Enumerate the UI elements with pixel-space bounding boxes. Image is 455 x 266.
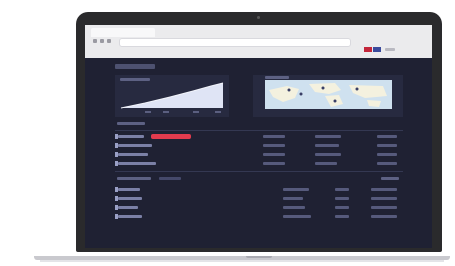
x-axis-tick (215, 111, 221, 113)
back-arrow-icon[interactable] (93, 39, 97, 43)
map-landmass (269, 86, 299, 102)
row-name (118, 197, 142, 200)
row-name (118, 144, 152, 147)
row-value (283, 215, 311, 218)
section-title (117, 122, 145, 125)
row-value (283, 188, 309, 191)
x-axis-tick (193, 111, 199, 113)
browser-tab[interactable] (91, 28, 155, 37)
table-row[interactable] (115, 160, 403, 167)
section-title (117, 177, 151, 180)
flag-icon-secondary[interactable] (373, 47, 381, 52)
map-panel-title (265, 76, 289, 79)
row-name (118, 206, 138, 209)
table-row[interactable] (115, 204, 403, 211)
row-value (335, 206, 349, 209)
row-name (118, 135, 144, 138)
laptop-lid (76, 12, 442, 252)
page-title (115, 64, 155, 69)
laptop-shadow (40, 260, 444, 262)
map-landmass (367, 100, 381, 107)
menu-icon[interactable] (385, 48, 395, 51)
row-value (263, 162, 285, 165)
area-chart (120, 82, 224, 109)
row-value (315, 135, 341, 138)
row-value (315, 162, 337, 165)
map-landmass (309, 83, 341, 94)
row-value (371, 197, 397, 200)
row-value (377, 135, 397, 138)
row-name (118, 153, 148, 156)
row-value (263, 144, 285, 147)
section-action[interactable] (381, 177, 399, 180)
row-name (118, 215, 142, 218)
row-name (118, 162, 156, 165)
row-name (118, 188, 140, 191)
status-badge (151, 134, 191, 139)
row-value (377, 153, 397, 156)
laptop-notch (246, 256, 272, 258)
table-row[interactable] (115, 142, 403, 149)
row-value (371, 188, 397, 191)
row-value (371, 206, 397, 209)
x-axis-tick (163, 111, 169, 113)
section-subtitle (159, 177, 181, 180)
map-marker[interactable] (287, 88, 291, 92)
table-row[interactable] (115, 195, 403, 202)
row-value (335, 188, 349, 191)
row-value (283, 197, 303, 200)
map-marker[interactable] (355, 87, 359, 91)
table-row[interactable] (115, 151, 403, 158)
row-value (335, 215, 349, 218)
row-value (335, 197, 349, 200)
map-marker[interactable] (299, 92, 303, 96)
table-row[interactable] (115, 133, 403, 140)
x-axis-tick (145, 111, 151, 113)
browser-toolbar (85, 25, 432, 58)
row-value (371, 215, 397, 218)
row-value (377, 144, 397, 147)
world-map[interactable] (265, 80, 392, 109)
row-value (263, 135, 285, 138)
address-bar[interactable] (119, 38, 351, 47)
laptop-screen (85, 25, 432, 248)
forward-arrow-icon[interactable] (100, 39, 104, 43)
divider (115, 171, 403, 172)
flag-icon[interactable] (364, 47, 372, 52)
map-landmass (349, 85, 387, 98)
row-value (315, 144, 339, 147)
chart-panel (115, 75, 229, 117)
dashboard-app (85, 58, 432, 248)
map-panel (253, 75, 403, 117)
divider (115, 130, 403, 131)
map-marker[interactable] (333, 99, 337, 103)
row-value (315, 153, 341, 156)
map-marker[interactable] (321, 86, 325, 90)
table-row[interactable] (115, 213, 403, 220)
camera-icon (257, 16, 260, 19)
table-row[interactable] (115, 186, 403, 193)
row-value (377, 162, 397, 165)
reload-icon[interactable] (107, 39, 111, 43)
row-value (283, 206, 305, 209)
row-value (263, 153, 285, 156)
